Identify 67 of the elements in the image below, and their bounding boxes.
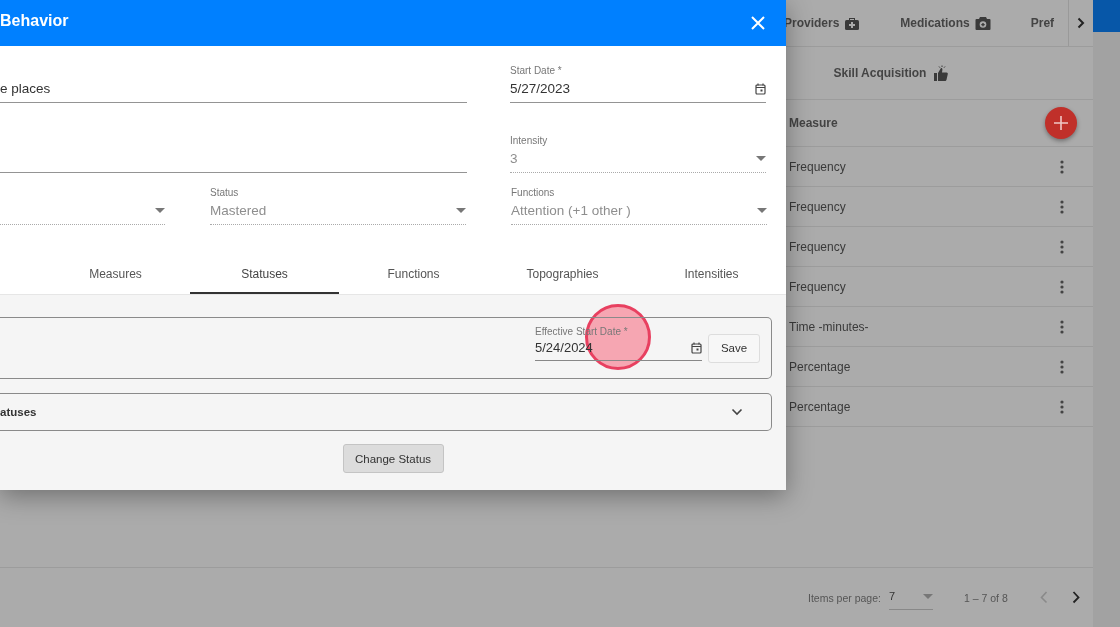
more-vert-icon	[1060, 359, 1064, 374]
close-button[interactable]	[751, 16, 765, 30]
section-tab[interactable]: Skill Acquisition	[833, 64, 950, 82]
table-cell: Percentage	[789, 399, 851, 414]
field-value: Attention (+1 other )	[511, 203, 631, 218]
panel-title: atuses	[0, 406, 37, 418]
table-cell: Frequency	[789, 279, 846, 294]
field-value: Mastered	[210, 203, 267, 218]
items-per-page-label: Items per page:	[808, 591, 881, 604]
header-bar	[1093, 0, 1120, 32]
more-options-button[interactable]	[1060, 319, 1064, 334]
table-cell: Frequency	[789, 239, 846, 254]
tab[interactable]: Topographies	[488, 255, 637, 294]
caret-down-icon	[922, 593, 933, 599]
calendar-icon	[755, 82, 766, 95]
field-label: Intensity	[510, 135, 549, 146]
table-cell: Time -minutes-	[789, 319, 869, 334]
thumbs-up-icon	[933, 64, 950, 82]
tab[interactable]: Functions	[339, 255, 488, 294]
more-options-button[interactable]	[1060, 239, 1064, 254]
field-value: 3	[510, 151, 518, 166]
more-options-button[interactable]	[1060, 159, 1064, 174]
chevron-left-icon	[1039, 591, 1048, 604]
dialog-title: Behavior	[0, 11, 69, 30]
field-label: Effective Start Date *	[535, 326, 629, 337]
more-vert-icon	[1060, 239, 1064, 254]
caret-down-icon	[155, 208, 165, 213]
page-tab[interactable]: Medications	[900, 15, 991, 31]
more-vert-icon	[1060, 319, 1064, 334]
statuses-panel-header[interactable]: atuses	[0, 393, 772, 431]
camera-icon	[974, 15, 991, 31]
name-field[interactable]: e places	[0, 66, 467, 103]
plus-icon	[1053, 115, 1069, 131]
more-options-button[interactable]	[1060, 399, 1064, 414]
field-label: Functions	[511, 187, 556, 198]
caret-down-icon	[456, 208, 466, 213]
page-range: 1 – 7 of 8	[963, 591, 1008, 604]
chevron-right-icon	[1076, 17, 1086, 29]
tab[interactable]: Measures	[41, 255, 190, 294]
table-cell: Percentage	[789, 359, 851, 374]
caret-down-icon	[756, 156, 766, 161]
field-value: 5/27/2023	[510, 81, 571, 96]
chevron-right-icon	[1071, 591, 1080, 604]
more-options-button[interactable]	[1060, 199, 1064, 214]
page-size-select[interactable]: 7	[888, 585, 933, 610]
table-cell: Frequency	[789, 159, 846, 174]
change-status-button[interactable]: Change Status	[342, 444, 444, 473]
more-vert-icon	[1060, 399, 1064, 414]
caret-down-icon	[757, 208, 767, 213]
field-label: Start Date *	[510, 65, 563, 76]
save-button[interactable]: Save	[708, 333, 760, 363]
field-label: Status	[210, 187, 240, 198]
more-vert-icon	[1060, 199, 1064, 214]
close-icon	[751, 16, 765, 30]
more-options-button[interactable]	[1060, 279, 1064, 294]
calendar-icon	[691, 341, 702, 354]
tab[interactable]: Intensities	[637, 255, 786, 294]
add-button[interactable]	[1045, 107, 1077, 139]
page-tab[interactable]: Pref	[1030, 16, 1055, 30]
medkit-icon	[844, 15, 861, 31]
more-vert-icon	[1060, 279, 1064, 294]
field-value: e places	[0, 81, 51, 96]
column-header: Measure	[789, 116, 838, 130]
table-cell: Frequency	[789, 199, 846, 214]
more-vert-icon	[1060, 159, 1064, 174]
more-options-button[interactable]	[1060, 359, 1064, 374]
start-date-field[interactable]: Start Date * 5/27/2023	[510, 66, 766, 103]
